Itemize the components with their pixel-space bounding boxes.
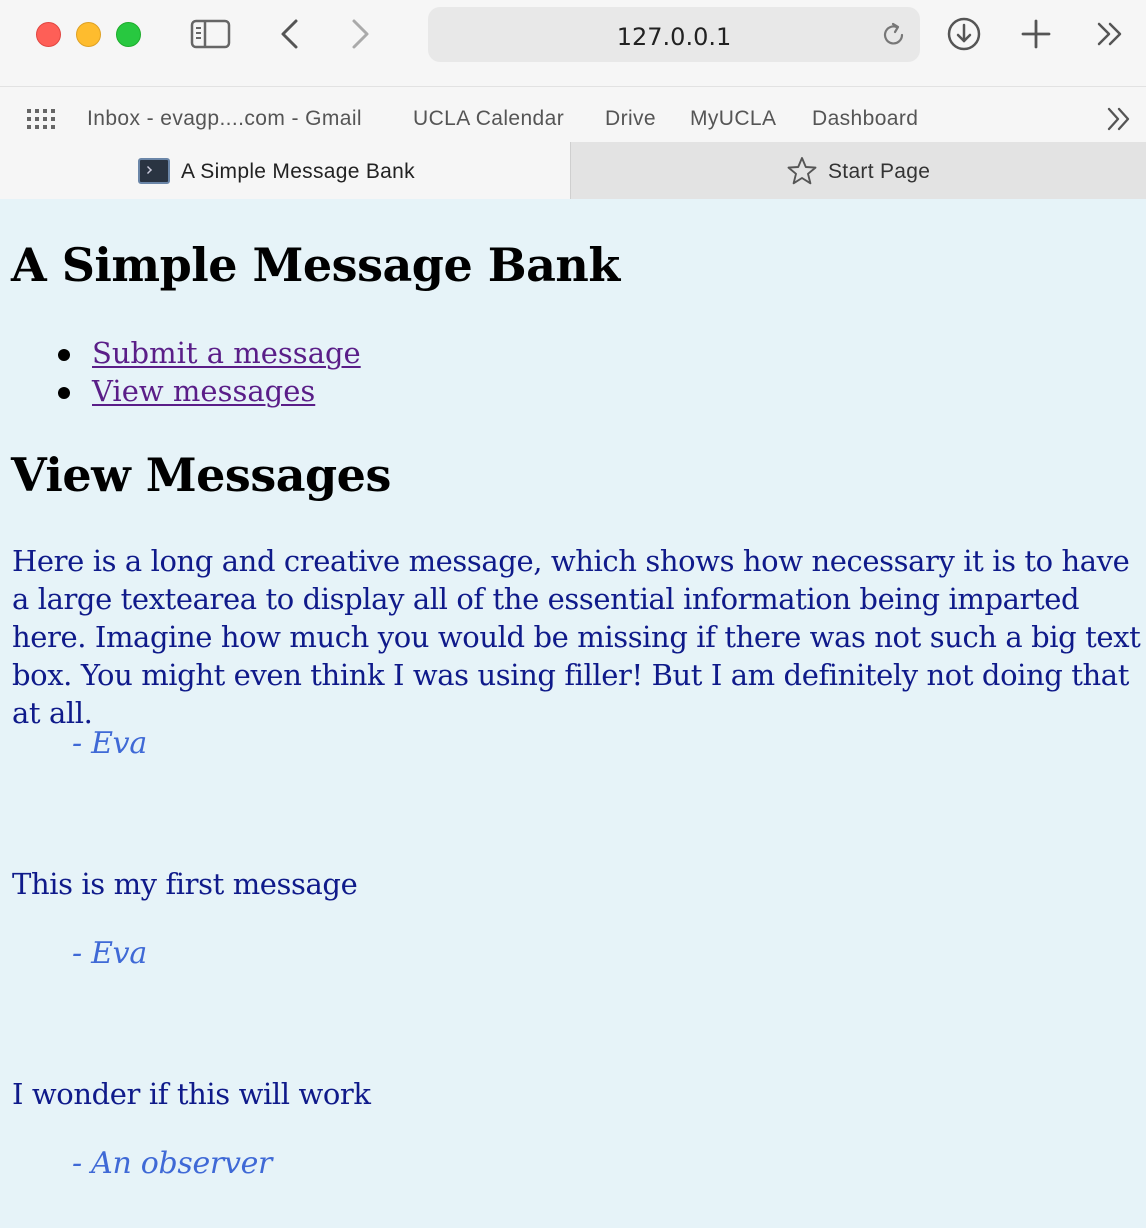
tab-simple-message-bank[interactable]: A Simple Message Bank <box>0 142 571 199</box>
download-icon <box>947 17 981 51</box>
view-messages-link[interactable]: View messages <box>92 374 315 408</box>
bookmark-ucla-calendar[interactable]: UCLA Calendar <box>413 107 564 131</box>
sidebar-toggle-button[interactable] <box>189 14 233 54</box>
new-tab-button[interactable] <box>1014 14 1058 54</box>
apps-grid-icon[interactable] <box>27 109 55 129</box>
sidebar-icon <box>190 19 231 49</box>
nav-list: Submit a message View messages <box>58 334 361 410</box>
tab-title: Start Page <box>828 160 931 183</box>
double-chevron-right-icon <box>1097 22 1122 46</box>
zoom-window-button[interactable] <box>116 22 141 47</box>
close-window-button[interactable] <box>36 22 61 47</box>
section-title: View Messages <box>11 448 391 502</box>
forward-button[interactable] <box>338 14 382 54</box>
message-author: - Eva <box>72 726 147 761</box>
bookmark-dashboard[interactable]: Dashboard <box>812 107 918 131</box>
reload-icon[interactable] <box>880 21 908 49</box>
nav-item: View messages <box>58 372 361 410</box>
message-text: I wonder if this will work <box>12 1077 371 1111</box>
downloads-button[interactable] <box>942 14 986 54</box>
tab-bar: A Simple Message Bank Start Page <box>0 142 1146 199</box>
bookmark-drive[interactable]: Drive <box>605 107 656 131</box>
message-author: - Eva <box>72 936 147 971</box>
nav-item: Submit a message <box>58 334 361 372</box>
address-bar[interactable]: 127.0.0.1 <box>428 7 920 62</box>
bookmarks-overflow-icon[interactable] <box>1106 107 1132 131</box>
message-text: Here is a long and creative message, whi… <box>12 544 1141 730</box>
chevron-right-icon <box>352 19 369 49</box>
terminal-favicon-icon <box>138 158 170 184</box>
page-title: A Simple Message Bank <box>11 238 620 292</box>
bookmarks-bar: Inbox - evagp....com - Gmail UCLA Calend… <box>0 86 1146 142</box>
submit-message-link[interactable]: Submit a message <box>92 336 361 370</box>
tab-start-page[interactable]: Start Page <box>571 142 1146 199</box>
browser-toolbar: 127.0.0.1 <box>0 0 1146 86</box>
plus-icon <box>1021 19 1051 49</box>
back-button[interactable] <box>268 14 312 54</box>
address-text: 127.0.0.1 <box>616 23 732 51</box>
toolbar-overflow-button[interactable] <box>1088 14 1132 54</box>
bookmark-myucla[interactable]: MyUCLA <box>690 107 776 131</box>
minimize-window-button[interactable] <box>76 22 101 47</box>
tab-title: A Simple Message Bank <box>181 160 415 183</box>
message-text: This is my first message <box>12 867 358 901</box>
bookmark-gmail[interactable]: Inbox - evagp....com - Gmail <box>87 107 362 131</box>
page-content: A Simple Message Bank Submit a message V… <box>0 200 1146 1228</box>
message-author: - An observer <box>72 1146 273 1181</box>
chevron-left-icon <box>281 19 298 49</box>
star-icon <box>787 157 817 185</box>
